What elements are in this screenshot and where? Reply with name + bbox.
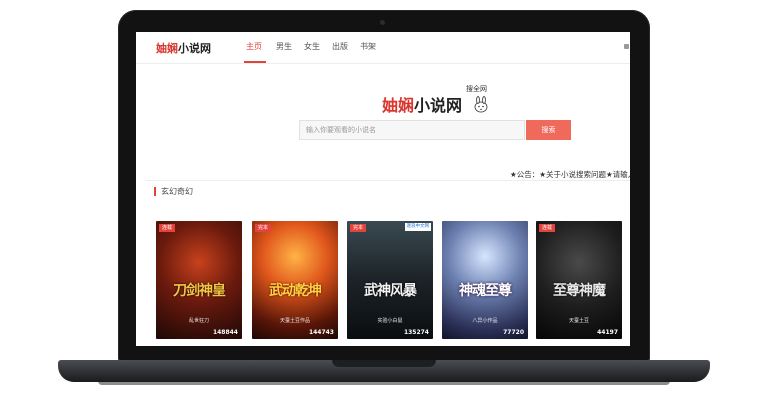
center-logo-red: 妯娴: [382, 96, 415, 115]
search-box: [299, 120, 525, 140]
book-author: 天蚕土豆作品: [279, 318, 310, 324]
book-card[interactable]: 完本 逐浪中文网 武神风暴 实验小白鼠 135274: [347, 221, 433, 339]
book-view-count: 148844: [212, 329, 238, 336]
nav-item-bookshelf[interactable]: 书架: [360, 41, 376, 52]
book-card[interactable]: 连载 刀剑神皇 乱世狂刀 148844: [156, 221, 242, 339]
book-publisher-badge: 逐浪中文网: [404, 223, 431, 231]
nav-item-home[interactable]: 主页: [246, 41, 262, 52]
book-view-count: 44197: [597, 329, 618, 336]
browser-screen: 妯娴小说网 主页 男生 女生 出版 书架 妯娴小说网 搜全网 搜索 ★公告：★关…: [136, 32, 630, 346]
rabbit-mascot-icon: [474, 96, 488, 113]
nav-item-publish[interactable]: 出版: [332, 41, 348, 52]
search-input[interactable]: [306, 121, 520, 139]
laptop-shadow: [98, 381, 670, 385]
logo-brand-black: 小说网: [178, 42, 211, 55]
book-status-badge: 连载: [159, 224, 176, 232]
book-title: 至尊神魔: [553, 283, 606, 299]
search-button[interactable]: 搜索: [526, 120, 571, 140]
book-view-count: 135274: [403, 329, 429, 336]
book-author: 实验小白鼠: [377, 318, 403, 324]
section-divider: [146, 180, 630, 181]
logo-tagline: 搜全网: [466, 85, 487, 93]
book-card[interactable]: 连载 至尊神魔 天蚕土豆 44197: [536, 221, 622, 339]
book-status-badge: 连载: [539, 224, 556, 232]
book-author: 乱世狂刀: [188, 318, 209, 324]
top-navigation: 妯娴小说网 主页 男生 女生 出版 书架: [136, 32, 630, 64]
book-title: 刀剑神皇: [173, 283, 226, 299]
book-card[interactable]: 完本 武动乾坤 天蚕土豆作品 144743: [252, 221, 338, 339]
book-status-badge: 完本: [350, 224, 367, 232]
nav-item-male[interactable]: 男生: [276, 41, 292, 52]
book-title: 武动乾坤: [269, 283, 322, 299]
book-view-count: 77720: [503, 329, 524, 336]
book-view-count: 144743: [308, 329, 334, 336]
nav-item-female[interactable]: 女生: [304, 41, 320, 52]
book-card[interactable]: 神魂至尊 八异小作品 77720: [442, 221, 528, 339]
book-author: 八异小作品: [472, 318, 498, 324]
book-status-badge: 完本: [255, 224, 272, 232]
center-logo: 妯娴小说网: [382, 92, 462, 116]
webcam: [380, 20, 385, 25]
logo-brand-red: 妯娴: [156, 42, 178, 55]
book-title: 武神风暴: [364, 283, 417, 299]
laptop-notch: [332, 360, 436, 367]
site-logo[interactable]: 妯娴小说网: [156, 40, 211, 56]
book-author: 天蚕土豆: [568, 318, 589, 324]
scene: 妯娴小说网 主页 男生 女生 出版 书架 妯娴小说网 搜全网 搜索 ★公告：★关…: [0, 0, 768, 412]
menu-icon[interactable]: [624, 44, 629, 49]
section-title[interactable]: 玄幻奇幻: [154, 187, 193, 196]
announcement-ticker[interactable]: ★公告：★关于小说搜索问题★请输入: [510, 169, 630, 180]
book-title: 神魂至尊: [459, 283, 512, 299]
active-tab-indicator: [244, 61, 266, 63]
center-logo-black: 小说网: [414, 96, 463, 115]
